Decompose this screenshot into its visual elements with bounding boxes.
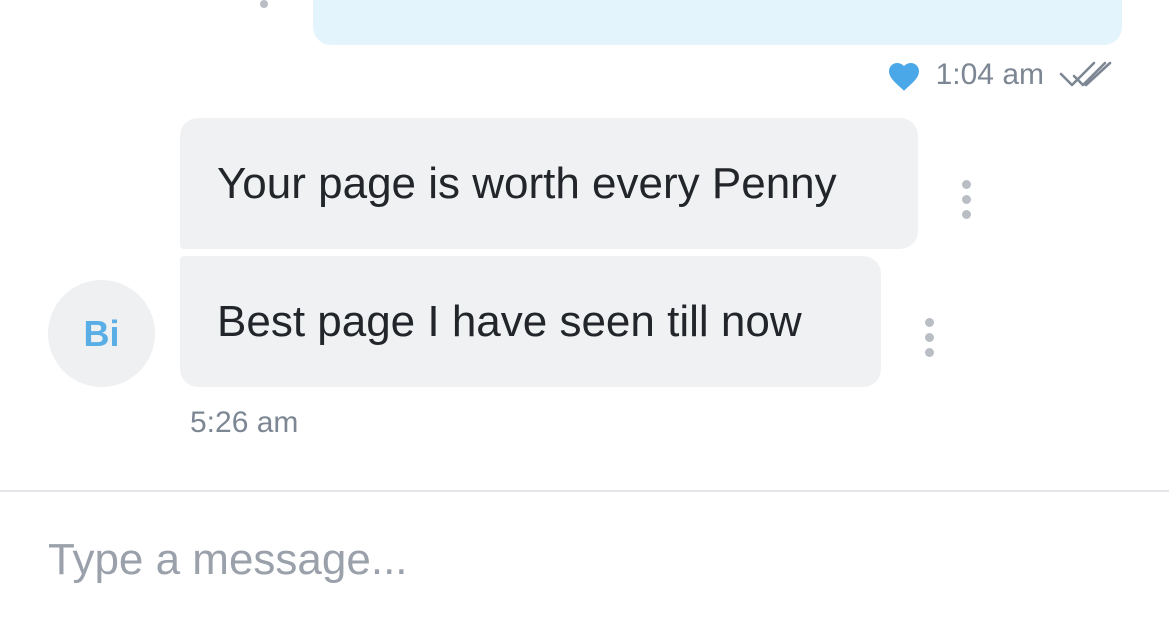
more-vertical-icon[interactable]	[961, 180, 971, 219]
outgoing-message-time: 1:04 am	[935, 58, 1044, 91]
message-text: Best page I have seen till now	[217, 296, 802, 346]
double-check-icon	[1059, 61, 1112, 87]
sender-avatar[interactable]: Bi	[48, 280, 155, 387]
message-text: Your page is worth every Penny	[217, 158, 837, 208]
more-vertical-icon[interactable]	[924, 318, 934, 357]
outgoing-message-menu-icon[interactable]	[260, 0, 268, 8]
outgoing-message-meta: 1:04 am	[886, 58, 1114, 92]
heart-icon[interactable]	[886, 58, 922, 92]
chat-screen: 1:04 am Your page is worth every Penny B…	[0, 0, 1169, 618]
incoming-message-bubble[interactable]: Your page is worth every Penny	[180, 118, 918, 249]
outgoing-message-bubble[interactable]	[313, 0, 1122, 45]
incoming-message-time: 5:26 am	[190, 406, 299, 439]
avatar-initials: Bi	[83, 312, 120, 354]
composer-divider	[0, 490, 1169, 492]
incoming-message-bubble[interactable]: Best page I have seen till now	[180, 256, 881, 387]
message-input[interactable]	[48, 530, 1128, 590]
